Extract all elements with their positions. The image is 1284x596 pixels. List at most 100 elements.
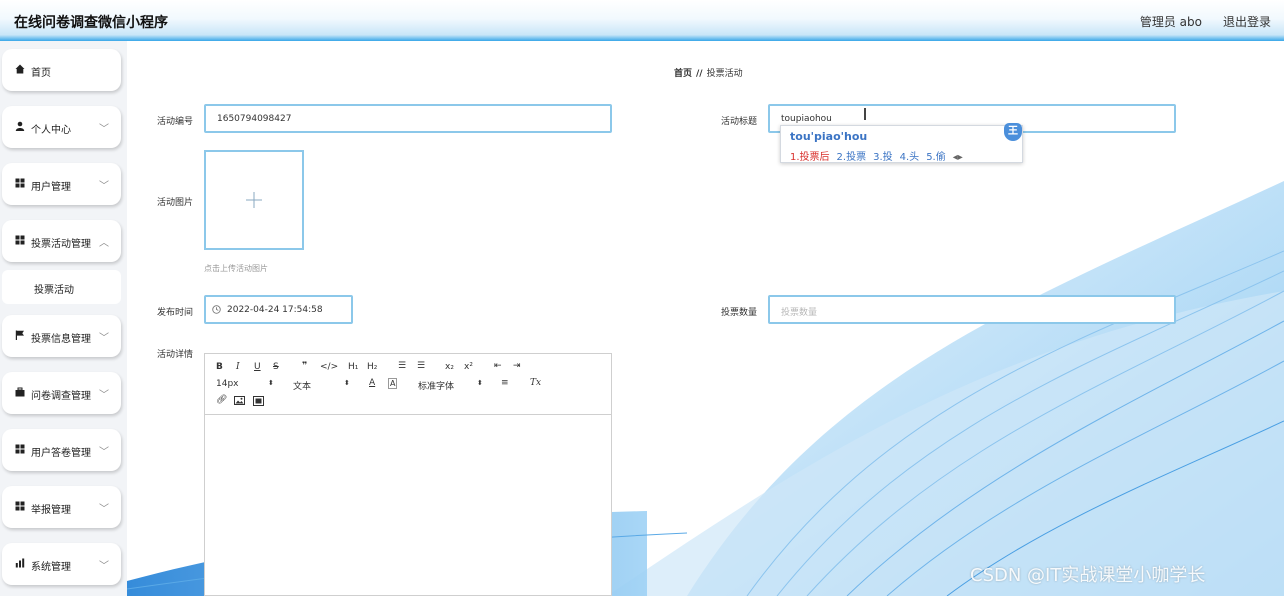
bullet-list-button[interactable]: ☰ — [417, 361, 425, 371]
indent-button[interactable]: ⇥ — [513, 361, 521, 371]
sidebar-item-user-answer-management[interactable]: 用户答卷管理 ﹀ — [2, 429, 121, 471]
breadcrumb: 首页 //投票活动 — [674, 66, 743, 79]
grid-icon — [15, 444, 25, 454]
publish-time-value: 2022-04-24 17:54:58 — [227, 305, 323, 315]
watermark: CSDN @IT实战课堂小咖学长 — [970, 565, 1206, 586]
bar-chart-icon — [15, 558, 25, 568]
chevron-updown-icon: ⬍ — [268, 379, 274, 387]
ime-next-page-icon[interactable]: ◂▸ — [953, 152, 963, 163]
top-header: 在线问卷调查微信小程序 管理员 abo 退出登录 — [0, 0, 1284, 41]
grid-icon — [15, 501, 25, 511]
ime-candidate-box: tou'piao'hou 1.投票后 2.投票 3.投 4.头 5.偷 ◂▸ — [780, 125, 1023, 163]
activity-title-label: 活动标题 — [721, 117, 758, 127]
sidebar-item-vote-info-management[interactable]: 投票信息管理 ﹀ — [2, 315, 121, 357]
ime-candidate[interactable]: 2.投票 — [837, 152, 867, 163]
ime-candidate-list: 1.投票后 2.投票 3.投 4.头 5.偷 ◂▸ — [790, 148, 970, 163]
sidebar-item-questionnaire-management[interactable]: 问卷调查管理 ﹀ — [2, 372, 121, 414]
outdent-button[interactable]: ⇤ — [494, 361, 502, 371]
sidebar-item-personal-center[interactable]: 个人中心 ﹀ — [2, 106, 121, 148]
blockquote-button[interactable]: ❞ — [302, 361, 307, 371]
flag-icon — [15, 330, 24, 340]
chevron-down-icon: ﹀ — [99, 504, 109, 515]
superscript-button[interactable]: x² — [464, 362, 473, 372]
subscript-button[interactable]: x₂ — [445, 362, 454, 372]
breadcrumb-current: 投票活动 — [706, 69, 743, 79]
align-button[interactable]: ≡ — [501, 378, 509, 388]
sidebar-item-label: 投票信息管理 — [31, 334, 91, 345]
sidebar-item-system-management[interactable]: 系统管理 ﹀ — [2, 543, 121, 585]
details-label: 活动详情 — [157, 350, 194, 360]
publish-time-label: 发布时间 — [157, 308, 194, 318]
plus-icon — [246, 192, 262, 208]
publish-time-picker[interactable]: 2022-04-24 17:54:58 — [204, 295, 353, 324]
grid-icon — [15, 178, 25, 188]
grid-icon — [15, 235, 25, 245]
sidebar-item-label: 举报管理 — [31, 505, 71, 516]
sidebar-item-report-management[interactable]: 举报管理 ﹀ — [2, 486, 121, 528]
sidebar-item-label: 首页 — [31, 68, 51, 79]
activity-no-label: 活动编号 — [157, 117, 194, 127]
strike-button[interactable]: S — [273, 362, 279, 372]
italic-button[interactable]: I — [236, 362, 240, 372]
admin-user-label: 管理员 abo — [1139, 15, 1202, 29]
text-cursor-icon — [864, 108, 866, 120]
sidebar-item-label: 投票活动管理 — [31, 239, 91, 250]
breadcrumb-home[interactable]: 首页 — [674, 69, 692, 79]
heading1-button[interactable]: H₁ — [348, 362, 358, 372]
ime-composition: tou'piao'hou — [790, 130, 868, 143]
image-icon[interactable] — [234, 396, 245, 405]
logout-link[interactable]: 退出登录 — [1223, 13, 1271, 30]
ime-candidate[interactable]: 1.投票后 — [790, 152, 830, 163]
header-select[interactable]: 文本 — [293, 379, 311, 392]
user-icon — [15, 121, 25, 131]
ime-candidate[interactable]: 4.头 — [900, 152, 920, 163]
sidebar-item-label: 系统管理 — [31, 562, 71, 573]
editor-toolbar: B I U S ❞ </> H₁ H₂ ☰ ☰ x₂ x² ⇤ ⇥ 14px ⬍… — [205, 354, 611, 415]
chevron-up-icon: ︿ — [99, 238, 109, 249]
ime-candidate[interactable]: 5.偷 — [926, 152, 946, 163]
vote-count-label: 投票数量 — [721, 308, 758, 318]
bold-button[interactable]: B — [216, 362, 223, 372]
sidebar-item-label: 用户答卷管理 — [31, 448, 91, 459]
link-icon[interactable]: 🔗︎ — [216, 395, 227, 405]
chevron-down-icon: ﹀ — [99, 390, 109, 401]
vote-count-field[interactable]: 投票数量 — [768, 295, 1176, 324]
underline-button[interactable]: U — [254, 362, 261, 372]
sidebar-item-home[interactable]: 首页 — [2, 49, 121, 91]
chevron-down-icon: ﹀ — [99, 561, 109, 572]
activity-no-value: 1650794098427 — [217, 114, 292, 124]
activity-image-label: 活动图片 — [157, 198, 194, 208]
video-icon[interactable] — [253, 396, 264, 406]
chevron-down-icon: ﹀ — [99, 124, 109, 135]
chevron-updown-icon: ⬍ — [477, 379, 483, 387]
ordered-list-button[interactable]: ☰ — [398, 361, 406, 371]
chevron-down-icon: ﹀ — [99, 333, 109, 344]
font-size-select[interactable]: 14px — [216, 379, 239, 389]
sidebar-item-label: 个人中心 — [31, 125, 71, 136]
chevron-down-icon: ﹀ — [99, 447, 109, 458]
sidebar-subitem-vote-activity[interactable]: 投票活动 — [2, 270, 121, 304]
clock-icon — [212, 305, 221, 314]
sidebar-item-label: 问卷调查管理 — [31, 391, 91, 402]
sidebar-item-user-management[interactable]: 用户管理 ﹀ — [2, 163, 121, 205]
chevron-updown-icon: ⬍ — [344, 379, 350, 387]
breadcrumb-separator: // — [696, 69, 703, 79]
background-color-button[interactable]: A — [388, 378, 398, 389]
ime-candidate[interactable]: 3.投 — [873, 152, 893, 163]
image-upload-box[interactable] — [204, 150, 304, 250]
chevron-down-icon: ﹀ — [99, 181, 109, 192]
heading2-button[interactable]: H₂ — [367, 362, 377, 372]
sidebar-item-label: 用户管理 — [31, 182, 71, 193]
rich-text-editor: B I U S ❞ </> H₁ H₂ ☰ ☰ x₂ x² ⇤ ⇥ 14px ⬍… — [204, 353, 612, 596]
sidebar-item-vote-activity-management[interactable]: 投票活动管理 ︿ — [2, 220, 121, 262]
sidebar-subitem-label: 投票活动 — [34, 285, 74, 296]
font-color-button[interactable]: A — [369, 378, 375, 388]
briefcase-icon — [15, 387, 25, 397]
ime-logo-badge: 王 — [1004, 123, 1022, 141]
activity-no-field[interactable]: 1650794098427 — [204, 104, 612, 133]
sidebar: 首页 个人中心 ﹀ 用户管理 ﹀ 投票活动管理 ︿ 投票活动 投票信息管理 ﹀ … — [0, 41, 127, 596]
font-family-select[interactable]: 标准字体 — [418, 379, 454, 392]
app-title: 在线问卷调查微信小程序 — [14, 15, 168, 31]
code-button[interactable]: </> — [320, 362, 338, 372]
clear-format-button[interactable]: Tx — [530, 378, 541, 388]
